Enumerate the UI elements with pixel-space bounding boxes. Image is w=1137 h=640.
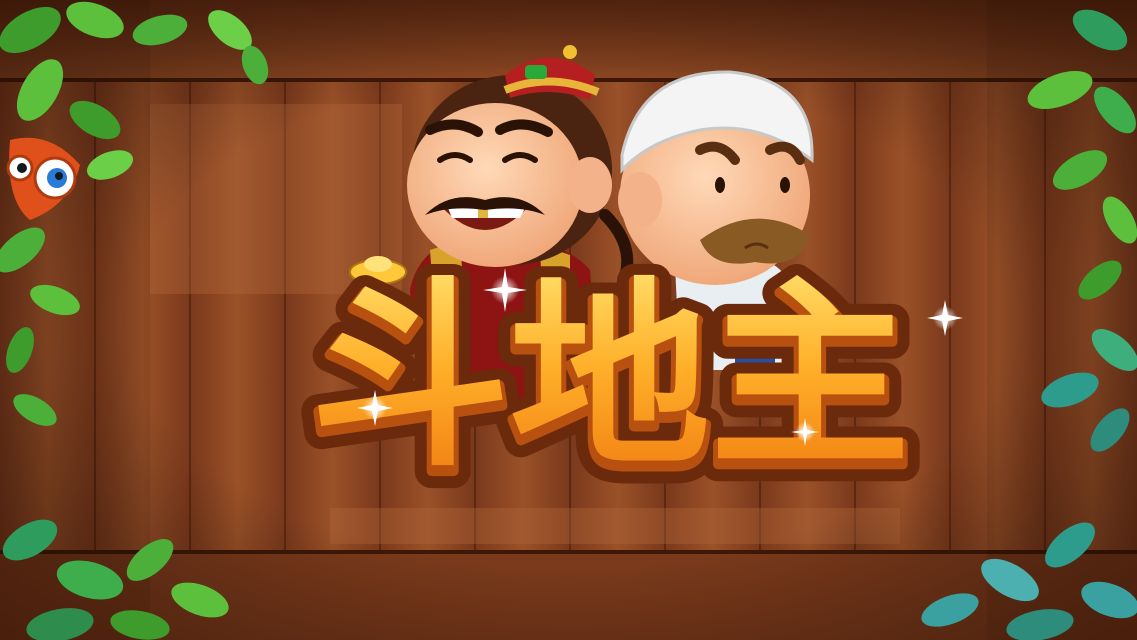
game-logo: 斗地主 斗地主 斗地主 <box>293 250 927 517</box>
splash-screen: 斗地主 斗地主 斗地主 <box>0 0 1137 640</box>
splash-scene: 斗地主 斗地主 斗地主 <box>0 0 1137 640</box>
logo-title: 斗地主 <box>310 261 910 494</box>
